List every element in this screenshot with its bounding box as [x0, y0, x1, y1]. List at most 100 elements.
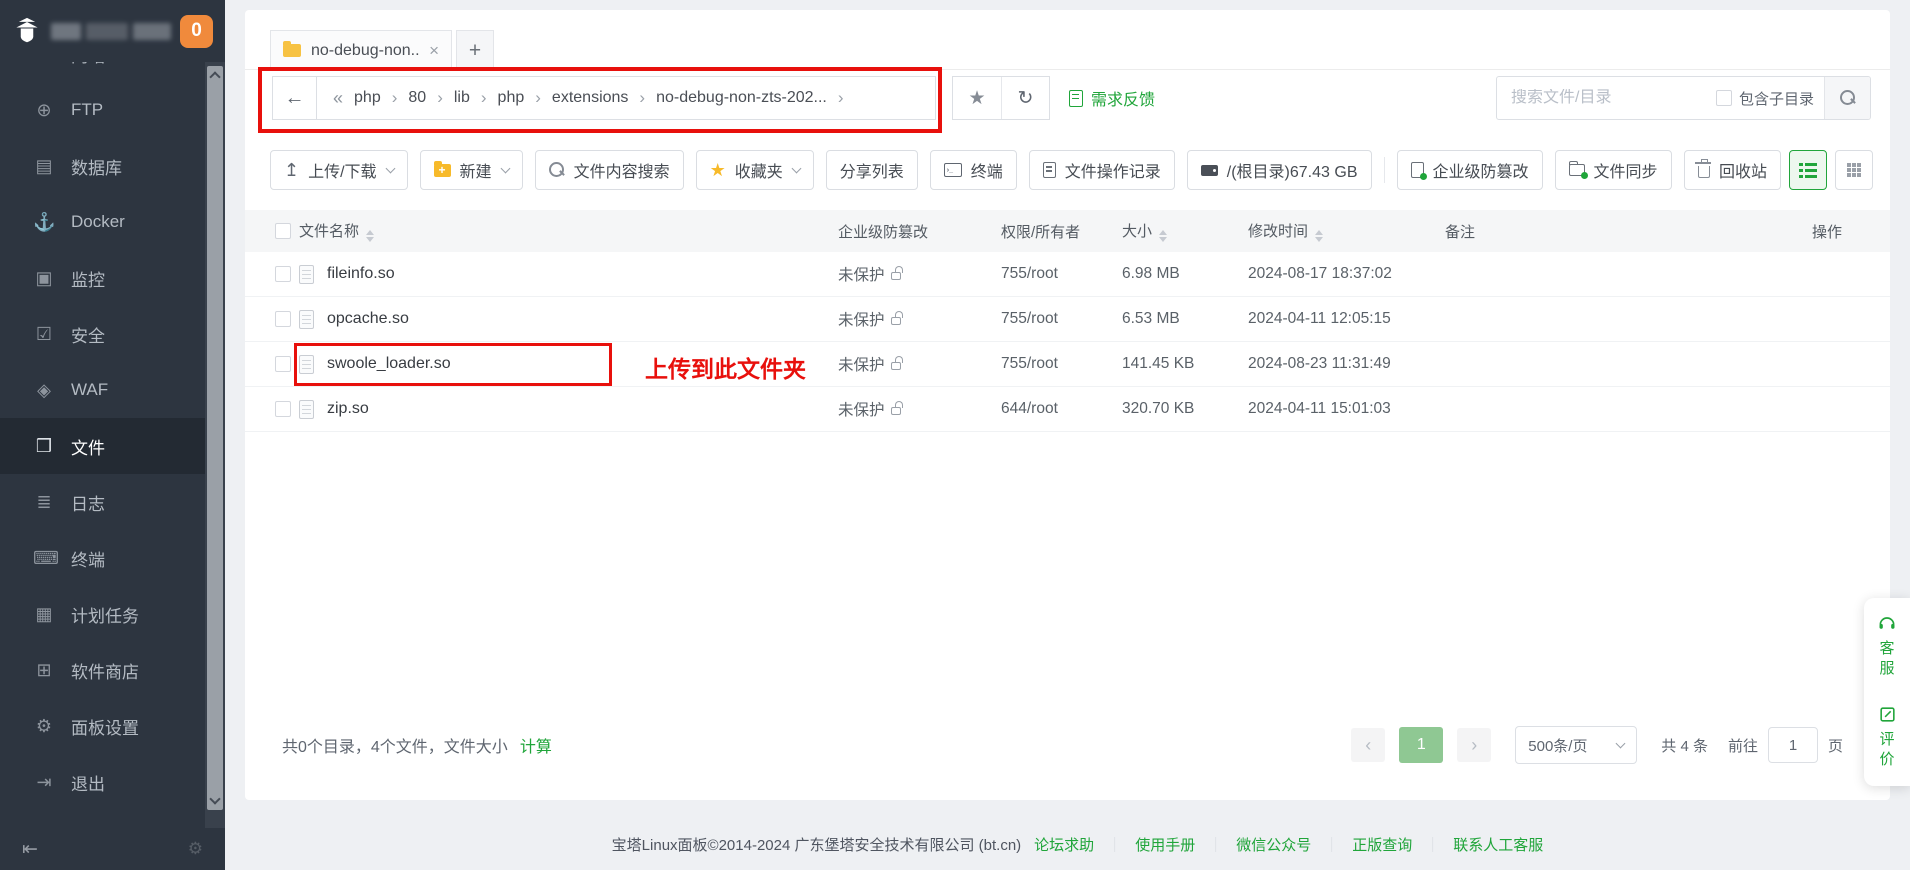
message-count-badge[interactable]: 0 [180, 15, 213, 48]
size-cell: 6.98 MB [1122, 265, 1248, 283]
sidebar-item-cron[interactable]: ▦计划任务 [0, 586, 225, 642]
row-checkbox[interactable] [275, 401, 291, 417]
breadcrumb-item[interactable]: php [498, 89, 525, 107]
table-row[interactable]: fileinfo.so未保护755/root6.98 MB2024-08-17 … [245, 252, 1890, 297]
sidebar-gear-icon[interactable]: ⚙ [188, 839, 203, 859]
breadcrumb-item[interactable]: no-debug-non-zts-202... [656, 89, 827, 107]
search-button[interactable] [1824, 76, 1870, 120]
new-label: 新建 [460, 158, 492, 182]
sidebar-scrollbar[interactable] [205, 62, 225, 828]
footer-links: 论坛求助｜使用手册｜微信公众号｜正版查询｜联系人工客服 [1034, 834, 1543, 855]
disk-root-button[interactable]: /(根目录)67.43 GB [1187, 150, 1372, 190]
support-link[interactable]: 客服 [1879, 639, 1895, 679]
file-logs-button[interactable]: 文件操作记录 [1029, 150, 1175, 190]
scroll-up-icon[interactable] [209, 71, 220, 82]
table-row[interactable]: opcache.so未保护755/root6.53 MB2024-04-11 1… [245, 297, 1890, 342]
database-icon: ▤ [33, 156, 55, 177]
mtime-cell: 2024-04-11 12:05:15 [1248, 310, 1445, 328]
row-checkbox[interactable] [275, 311, 291, 327]
footer-link[interactable]: 论坛求助 [1034, 834, 1094, 855]
breadcrumb-item[interactable]: php [354, 89, 381, 107]
include-subdir-option[interactable]: 包含子目录 [1716, 88, 1814, 109]
page-size-select[interactable]: 500条/页 [1515, 726, 1637, 764]
logs-icon: ≣ [33, 492, 55, 513]
feedback-link[interactable]: 需求反馈 [1069, 76, 1155, 120]
upload-download-button[interactable]: ↥ 上传/下载 [270, 150, 408, 190]
breadcrumb-collapse-icon[interactable]: « [333, 88, 343, 109]
select-all-checkbox[interactable] [275, 223, 291, 239]
sidebar-item-terminal[interactable]: ⌨终端 [0, 530, 225, 586]
table-row[interactable]: zip.so未保护644/root320.70 KB2024-04-11 15:… [245, 387, 1890, 432]
collapse-sidebar-icon[interactable]: ⇤ [22, 838, 38, 861]
col-mtime[interactable]: 修改时间 [1248, 220, 1445, 242]
add-tab-button[interactable]: + [456, 30, 494, 71]
sidebar-item-security[interactable]: ☑安全 [0, 306, 225, 362]
breadcrumb-item[interactable]: lib [454, 89, 470, 107]
recycle-bin-button[interactable]: 回收站 [1684, 150, 1781, 190]
file-sync-button[interactable]: 文件同步 [1555, 150, 1672, 190]
breadcrumb-item[interactable]: 80 [408, 89, 426, 107]
file-name-cell[interactable]: fileinfo.so [299, 265, 838, 284]
grid-view-button[interactable] [1835, 150, 1873, 190]
breadcrumb-item[interactable]: extensions [552, 89, 629, 107]
tab-current-folder[interactable]: no-debug-non... × [270, 30, 452, 71]
footer-link[interactable]: 使用手册 [1135, 834, 1195, 855]
table-row[interactable]: swoole_loader.so未保护755/root141.45 KB2024… [245, 342, 1890, 387]
sort-icon[interactable] [366, 230, 374, 242]
sidebar-item-docker[interactable]: ⚓Docker [0, 194, 225, 250]
back-button[interactable]: ← [272, 76, 317, 120]
list-view-button[interactable] [1789, 150, 1827, 190]
row-checkbox[interactable] [275, 266, 291, 282]
col-name[interactable]: 文件名称 [299, 220, 838, 242]
file-name-cell[interactable]: zip.so [299, 400, 838, 419]
tamper-status: 未保护 [838, 308, 885, 330]
file-name-cell[interactable]: swoole_loader.so [299, 355, 838, 374]
new-button[interactable]: 新建 [420, 150, 523, 190]
next-page-button[interactable]: › [1457, 728, 1491, 762]
bt-panel-file-manager: 0 ⊕网站⊕FTP▤数据库⚓Docker▣监控☑安全◈WAF❒文件 ≣ 日志 ⌨终端▦… [0, 0, 1910, 870]
calculate-size-link[interactable]: 计算 [520, 739, 552, 756]
favorite-path-button[interactable]: ★ [953, 77, 1001, 119]
tab-close-icon[interactable]: × [429, 42, 439, 59]
sidebar-item-logs[interactable]: ≣ 日志 [0, 474, 225, 530]
file-icon [299, 400, 314, 419]
sidebar-item-files[interactable]: ❒文件 [0, 418, 225, 474]
content-search-button[interactable]: 文件内容搜索 [535, 150, 684, 190]
tamper-proof-button[interactable]: 企业级防篡改 [1397, 150, 1543, 190]
perm-owner-cell: 755/root [1001, 310, 1122, 328]
sidebar-item-label: 日志 [71, 490, 105, 515]
pagination: ‹ 1 › 500条/页 共 4 条 前往 页 [1351, 726, 1843, 764]
search-input[interactable] [1497, 89, 1716, 107]
include-subdir-checkbox[interactable] [1716, 90, 1732, 106]
footer-link[interactable]: 微信公众号 [1236, 834, 1311, 855]
footer-link[interactable]: 联系人工客服 [1453, 834, 1543, 855]
summary-text: 共0个目录，4个文件，文件大小 [282, 739, 508, 756]
footer-link[interactable]: 正版查询 [1352, 834, 1412, 855]
sort-icon[interactable] [1315, 230, 1323, 242]
col-size[interactable]: 大小 [1122, 220, 1248, 242]
sort-icon[interactable] [1159, 230, 1167, 242]
sidebar-item-appstore[interactable]: ⊞软件商店 [0, 642, 225, 698]
sidebar-item-monitor[interactable]: ▣监控 [0, 250, 225, 306]
file-logs-label: 文件操作记录 [1065, 158, 1161, 182]
row-checkbox[interactable] [275, 356, 291, 372]
prev-page-button[interactable]: ‹ [1351, 728, 1385, 762]
current-page-button[interactable]: 1 [1399, 727, 1443, 763]
share-list-button[interactable]: 分享列表 [826, 150, 918, 190]
file-name: swoole_loader.so [327, 355, 451, 373]
scrollbar-thumb[interactable] [207, 66, 223, 810]
favorites-button[interactable]: ★ 收藏夹 [696, 150, 814, 190]
sidebar-item-database[interactable]: ▤数据库 [0, 138, 225, 194]
sidebar-item-logout[interactable]: ⇥退出 [0, 754, 225, 810]
sidebar-item-website[interactable]: ⊕网站 [0, 62, 225, 82]
sidebar-item-waf[interactable]: ◈WAF [0, 362, 225, 418]
terminal-button[interactable]: ›_ 终端 [930, 150, 1017, 190]
sidebar-item-ftp[interactable]: ⊕FTP [0, 82, 225, 138]
goto-page-input[interactable] [1768, 727, 1818, 763]
rate-link[interactable]: 评价 [1879, 730, 1895, 770]
scroll-down-icon[interactable] [209, 793, 220, 804]
sidebar-item-label: FTP [71, 100, 103, 120]
sidebar-item-settings[interactable]: ⚙面板设置 [0, 698, 225, 754]
refresh-button[interactable]: ↻ [1001, 77, 1049, 119]
file-name-cell[interactable]: opcache.so [299, 310, 838, 329]
